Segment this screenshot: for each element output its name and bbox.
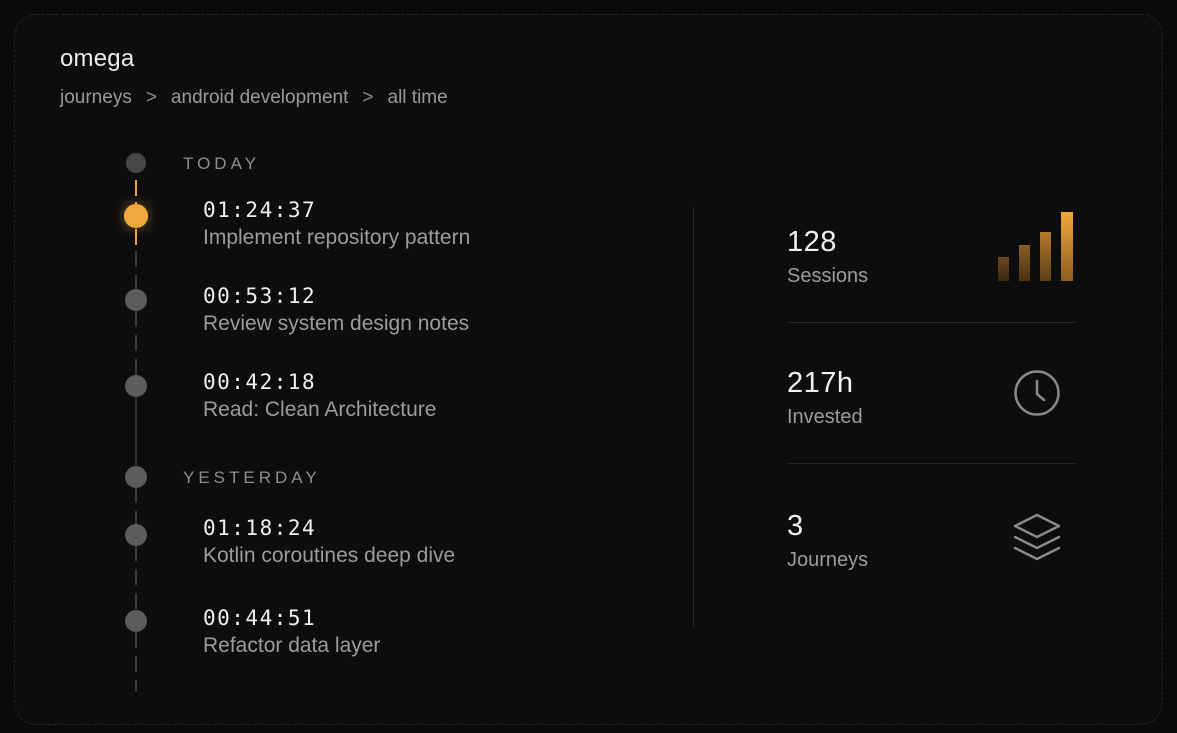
session-entry[interactable]: 01:24:37 Implement repository pattern <box>203 198 470 250</box>
timeline-group-dot <box>126 153 146 173</box>
timeline-dot[interactable] <box>125 610 147 632</box>
timeline-group-label-yesterday: YESTERDAY <box>183 468 321 487</box>
session-task: Read: Clean Architecture <box>203 398 437 421</box>
session-entry[interactable]: 00:44:51 Refactor data layer <box>203 606 380 658</box>
stat-label: Invested <box>787 406 863 428</box>
timeline-connector <box>135 311 137 377</box>
breadcrumb-journeys[interactable]: journeys <box>60 87 132 109</box>
timeline-connector-active <box>135 229 137 251</box>
stat-value: 217h <box>787 367 854 399</box>
clock-icon <box>1014 370 1060 416</box>
app-title: omega <box>60 45 135 72</box>
breadcrumb: journeys > android development > all tim… <box>60 87 448 109</box>
timeline-connector <box>135 545 137 611</box>
timeline-group-label-today: TODAY <box>183 154 260 173</box>
breadcrumb-android-development[interactable]: android development <box>171 87 348 109</box>
stat-label: Sessions <box>787 265 869 287</box>
timeline-connector <box>135 487 137 525</box>
timeline-group-dot <box>125 466 147 488</box>
stat-value: 3 <box>787 510 804 542</box>
timeline-connector <box>135 632 137 692</box>
session-duration: 01:24:37 <box>203 198 317 222</box>
stat-invested: 217h Invested <box>787 367 863 429</box>
session-duration: 01:18:24 <box>203 516 317 540</box>
panel-divider <box>693 207 694 627</box>
session-task: Implement repository pattern <box>203 226 471 249</box>
timeline-dot[interactable] <box>125 289 147 311</box>
session-duration: 00:44:51 <box>203 606 317 630</box>
timeline-dot-active[interactable] <box>124 204 148 228</box>
journey-card <box>14 14 1163 725</box>
session-entry[interactable]: 01:18:24 Kotlin coroutines deep dive <box>203 516 455 568</box>
breadcrumb-all-time[interactable]: all time <box>388 87 448 109</box>
bar-chart-icon <box>998 212 1073 281</box>
stat-journeys: 3 Journeys <box>787 510 868 572</box>
stat-sessions: 128 Sessions <box>787 226 868 288</box>
layers-icon <box>1013 513 1061 561</box>
timeline-connector <box>135 251 137 291</box>
session-task: Kotlin coroutines deep dive <box>203 544 456 567</box>
session-entry[interactable]: 00:42:18 Read: Clean Architecture <box>203 370 436 422</box>
stat-separator <box>787 322 1076 323</box>
timeline-dot[interactable] <box>125 524 147 546</box>
session-duration: 00:42:18 <box>203 370 317 394</box>
breadcrumb-separator: > <box>145 87 157 108</box>
breadcrumb-separator: > <box>362 87 374 108</box>
stat-label: Journeys <box>787 549 869 571</box>
stat-separator <box>787 463 1076 464</box>
timeline-connector <box>135 397 137 467</box>
timeline-connector-active <box>135 180 137 204</box>
stat-value: 128 <box>787 226 837 258</box>
session-task: Review system design notes <box>203 312 470 335</box>
session-task: Refactor data layer <box>203 634 381 657</box>
session-duration: 00:53:12 <box>203 284 317 308</box>
timeline-dot[interactable] <box>125 375 147 397</box>
session-entry[interactable]: 00:53:12 Review system design notes <box>203 284 469 336</box>
